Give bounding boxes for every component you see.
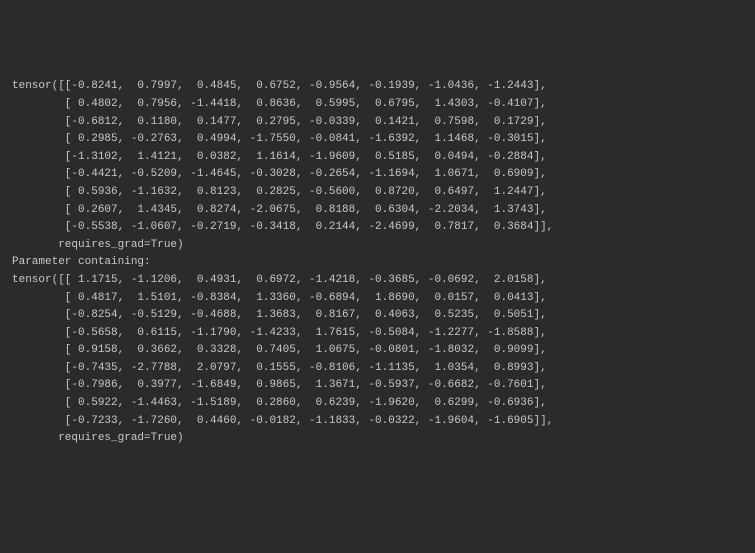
output-line: [-0.4421, -0.5209, -1.4645, -0.3028, -0.… (12, 168, 547, 180)
output-line: Parameter containing: (12, 256, 151, 268)
output-line: [-0.8254, -0.5129, -0.4688, 1.3683, 0.81… (12, 309, 547, 321)
output-line: [-0.7435, -2.7788, 2.0797, 0.1555, -0.81… (12, 362, 547, 374)
output-line: tensor([[ 1.1715, -1.1206, 0.4931, 0.697… (12, 274, 547, 286)
output-line: [ 0.9158, 0.3662, 0.3328, 0.7405, 1.0675… (12, 344, 547, 356)
output-line: [-0.5658, 0.6115, -1.1790, -1.4233, 1.76… (12, 327, 547, 339)
output-line: [-0.6812, 0.1180, 0.1477, 0.2795, -0.033… (12, 116, 547, 128)
output-line: requires_grad=True) (12, 239, 184, 251)
output-line: [ 0.4802, 0.7956, -1.4418, 0.8636, 0.599… (12, 98, 547, 110)
output-line: [ 0.5936, -1.1632, 0.8123, 0.2825, -0.56… (12, 186, 547, 198)
output-line: [ 0.4817, 1.5101, -0.8384, 1.3360, -0.68… (12, 292, 547, 304)
output-line: [-0.7986, 0.3977, -1.6849, 0.9865, 1.367… (12, 379, 547, 391)
terminal-output: tensor([[-0.8241, 0.7997, 0.4845, 0.6752… (12, 78, 743, 465)
output-line: [ 0.5922, -1.4463, -1.5189, 0.2860, 0.62… (12, 397, 547, 409)
output-line: [ 0.2607, 1.4345, 0.8274, -2.0675, 0.818… (12, 204, 547, 216)
output-line: [-0.5538, -1.0607, -0.2719, -0.3418, 0.2… (12, 221, 553, 233)
output-line: tensor([[-0.8241, 0.7997, 0.4845, 0.6752… (12, 80, 547, 92)
output-line: [-1.3102, 1.4121, 0.0382, 1.1614, -1.960… (12, 151, 547, 163)
output-line: requires_grad=True) (12, 432, 184, 444)
output-line: [ 0.2985, -0.2763, 0.4994, -1.7550, -0.0… (12, 133, 547, 145)
output-line: [-0.7233, -1.7260, 0.4460, -0.0182, -1.1… (12, 415, 553, 427)
